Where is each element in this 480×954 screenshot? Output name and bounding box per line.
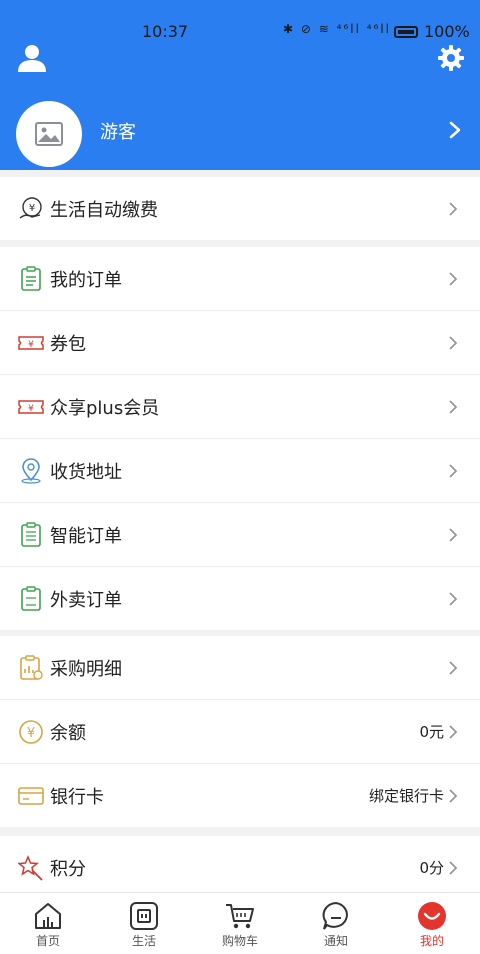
chevron-right-icon [449, 464, 458, 478]
menu-item-coupons[interactable]: ¥ 券包 [0, 311, 480, 375]
gear-icon[interactable] [437, 44, 465, 72]
menu-item-takeout-orders[interactable]: 外卖订单 [0, 567, 480, 630]
menu-item-label: 采购明细 [50, 659, 122, 680]
mine-icon [418, 902, 446, 930]
tab-home[interactable]: 首页 [0, 893, 96, 954]
image-placeholder-icon [35, 122, 63, 146]
takeout-order-icon [21, 586, 41, 611]
guest-name[interactable]: 游客 [100, 118, 136, 144]
menu-item-plus-member[interactable]: ¥ 众享plus会员 [0, 375, 480, 439]
menu-item-address[interactable]: 收货地址 [0, 439, 480, 503]
section-finance: 采购明细 ¥ 余额 0元 银行卡 绑定银行卡 [0, 636, 480, 827]
life-icon [130, 902, 158, 930]
points-value: 0分 [419, 859, 444, 877]
chevron-right-icon [449, 400, 458, 414]
battery-icon [394, 26, 418, 38]
chevron-right-icon [449, 202, 458, 216]
tab-label: 首页 [35, 934, 60, 948]
chevron-right-icon [449, 789, 458, 803]
location-icon [21, 458, 41, 484]
cart-icon [226, 904, 254, 929]
menu-item-label: 余额 [50, 723, 86, 744]
status-bar: 10:37 ✱ ⊘ ≋ ⁴⁶ll ⁴⁶ll 100% [0, 0, 480, 41]
menu-item-label: 券包 [50, 334, 86, 355]
status-icons: ✱ ⊘ ≋ ⁴⁶ll ⁴⁶ll [283, 22, 391, 36]
chevron-right-icon [449, 528, 458, 542]
menu-item-label: 外卖订单 [50, 590, 122, 611]
menu-item-my-orders[interactable]: 我的订单 [0, 247, 480, 311]
tab-life[interactable]: 生活 [96, 893, 192, 954]
menu-item-label: 众享plus会员 [50, 398, 160, 419]
tab-label: 购物车 [221, 934, 258, 948]
menu-item-label: 我的订单 [50, 270, 122, 291]
menu-item-balance[interactable]: ¥ 余额 0元 [0, 700, 480, 764]
section-points: 积分 0分 [0, 836, 480, 892]
chevron-right-icon [449, 725, 458, 739]
section-orders: 我的订单 ¥ 券包 ¥ 众享plus会员 收货地址 智能订单 外卖订单 [0, 247, 480, 630]
menu-item-label: 银行卡 [50, 787, 104, 808]
profile-header: 10:37 ✱ ⊘ ≋ ⁴⁶ll ⁴⁶ll 100% 游客 [0, 0, 480, 170]
avatar[interactable] [16, 101, 82, 167]
status-time: 10:37 [142, 22, 189, 41]
coupon-icon: ¥ [18, 336, 44, 350]
menu-item-label: 智能订单 [50, 526, 122, 547]
chevron-right-icon [449, 272, 458, 286]
menu-item-auto-pay[interactable]: ¥ 生活自动缴费 [0, 177, 480, 240]
battery-percent: 100% [424, 22, 470, 41]
auto-pay-icon: ¥ [19, 197, 42, 219]
balance-icon: ¥ [19, 720, 43, 744]
plus-member-icon: ¥ [18, 400, 44, 414]
points-icon [18, 855, 43, 881]
bank-card-value: 绑定银行卡 [368, 787, 444, 805]
tab-label: 通知 [323, 934, 348, 948]
menu-item-label: 生活自动缴费 [50, 200, 158, 221]
svg-text:¥: ¥ [28, 340, 34, 350]
chevron-right-icon [449, 592, 458, 606]
menu-item-bank-card[interactable]: 银行卡 绑定银行卡 [0, 764, 480, 827]
menu-item-purchase-detail[interactable]: 采购明细 [0, 636, 480, 700]
chevron-right-icon [449, 336, 458, 350]
svg-text:¥: ¥ [28, 404, 34, 414]
purchase-detail-icon [20, 655, 43, 680]
chevron-right-icon [449, 861, 458, 875]
menu-item-label: 收货地址 [50, 462, 122, 483]
order-icon [21, 266, 41, 291]
chevron-right-icon[interactable] [448, 121, 462, 139]
svg-text:¥: ¥ [29, 203, 35, 214]
bank-card-icon [18, 787, 44, 805]
chevron-right-icon [449, 661, 458, 675]
user-icon[interactable] [16, 44, 48, 72]
smart-order-icon [21, 522, 41, 547]
balance-value: 0元 [419, 723, 444, 741]
tab-label: 我的 [419, 934, 444, 948]
notification-icon [322, 901, 348, 930]
menu-item-points[interactable]: 积分 0分 [0, 836, 480, 892]
tab-mine[interactable]: 我的 [384, 893, 480, 954]
home-icon [35, 903, 61, 929]
tab-label: 生活 [131, 934, 156, 948]
bottom-tab-bar: 首页 生活 购物车 通知 我的 [0, 892, 480, 954]
svg-text:¥: ¥ [27, 726, 35, 741]
menu-item-label: 积分 [50, 859, 86, 880]
menu-item-smart-orders[interactable]: 智能订单 [0, 503, 480, 567]
section-auto-pay: ¥ 生活自动缴费 [0, 177, 480, 240]
tab-cart[interactable]: 购物车 [192, 893, 288, 954]
tab-notifications[interactable]: 通知 [288, 893, 384, 954]
